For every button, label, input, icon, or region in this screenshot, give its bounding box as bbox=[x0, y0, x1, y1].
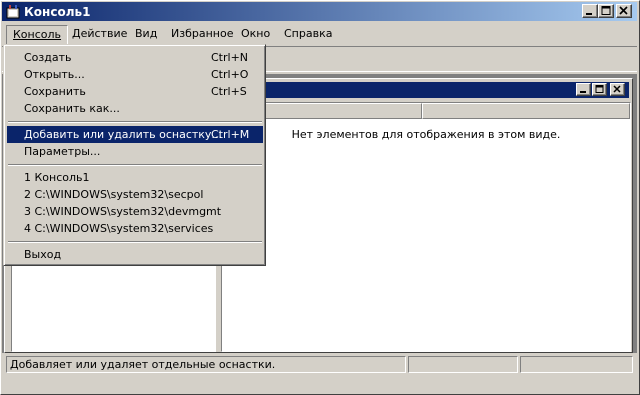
menu-window[interactable]: Окно bbox=[235, 25, 276, 43]
empty-view-message: Нет элементов для отображения в этом вид… bbox=[291, 128, 561, 141]
column-header-2[interactable] bbox=[422, 103, 630, 119]
menu-view[interactable]: Вид bbox=[129, 25, 163, 43]
menu-item-add-remove-snapin[interactable]: Добавить или удалить оснастку... Ctrl+M bbox=[7, 126, 263, 143]
console-menu-dropdown: Создать Ctrl+N Открыть... Ctrl+O Сохрани… bbox=[3, 44, 266, 266]
menu-item-recent-4[interactable]: 4 C:\WINDOWS\system32\services bbox=[7, 220, 263, 237]
menu-separator bbox=[8, 241, 262, 243]
maximize-icon bbox=[595, 85, 604, 93]
child-maximize-button[interactable] bbox=[592, 83, 607, 96]
menu-item-save-as[interactable]: Сохранить как... bbox=[7, 100, 263, 117]
menu-item-save[interactable]: Сохранить Ctrl+S bbox=[7, 83, 263, 100]
mmc-console-icon bbox=[6, 4, 21, 19]
menu-bar: Консоль Действие Вид Избранное Окно Спра… bbox=[2, 22, 637, 45]
minimize-button[interactable] bbox=[582, 4, 598, 18]
menu-separator bbox=[8, 121, 262, 123]
status-bar: Добавляет или удаляет отдельные оснастки… bbox=[2, 354, 637, 374]
bottom-frame bbox=[2, 375, 637, 393]
title-bar[interactable]: Консоль1 bbox=[2, 2, 637, 21]
menu-item-exit[interactable]: Выход bbox=[7, 246, 263, 263]
status-text: Добавляет или удаляет отдельные оснастки… bbox=[6, 356, 406, 373]
menu-console[interactable]: Консоль bbox=[6, 25, 69, 45]
menu-help[interactable]: Справка bbox=[278, 25, 338, 43]
menu-item-recent-2[interactable]: 2 C:\WINDOWS\system32\secpol bbox=[7, 186, 263, 203]
minimize-icon bbox=[586, 13, 592, 15]
maximize-icon bbox=[601, 6, 611, 15]
menu-separator bbox=[8, 164, 262, 166]
menu-favorites[interactable]: Избранное bbox=[165, 25, 239, 43]
window-title: Консоль1 bbox=[24, 5, 91, 19]
status-panel-2 bbox=[408, 356, 518, 373]
result-pane[interactable]: Нет элементов для отображения в этом вид… bbox=[221, 102, 631, 352]
maximize-button[interactable] bbox=[598, 4, 614, 18]
menu-item-open[interactable]: Открыть... Ctrl+O bbox=[7, 66, 263, 83]
child-minimize-button[interactable] bbox=[576, 83, 591, 96]
close-icon bbox=[613, 85, 621, 93]
menu-item-recent-3[interactable]: 3 C:\WINDOWS\system32\devmgmt bbox=[7, 203, 263, 220]
close-icon bbox=[619, 6, 628, 15]
close-button[interactable] bbox=[616, 4, 632, 18]
menu-item-new[interactable]: Создать Ctrl+N bbox=[7, 49, 263, 66]
menu-action[interactable]: Действие bbox=[66, 25, 133, 43]
menu-item-recent-1[interactable]: 1 Консоль1 bbox=[7, 169, 263, 186]
status-panel-3 bbox=[520, 356, 633, 373]
child-close-button[interactable] bbox=[610, 83, 625, 96]
minimize-icon bbox=[580, 91, 586, 93]
menu-item-options[interactable]: Параметры... bbox=[7, 143, 263, 160]
